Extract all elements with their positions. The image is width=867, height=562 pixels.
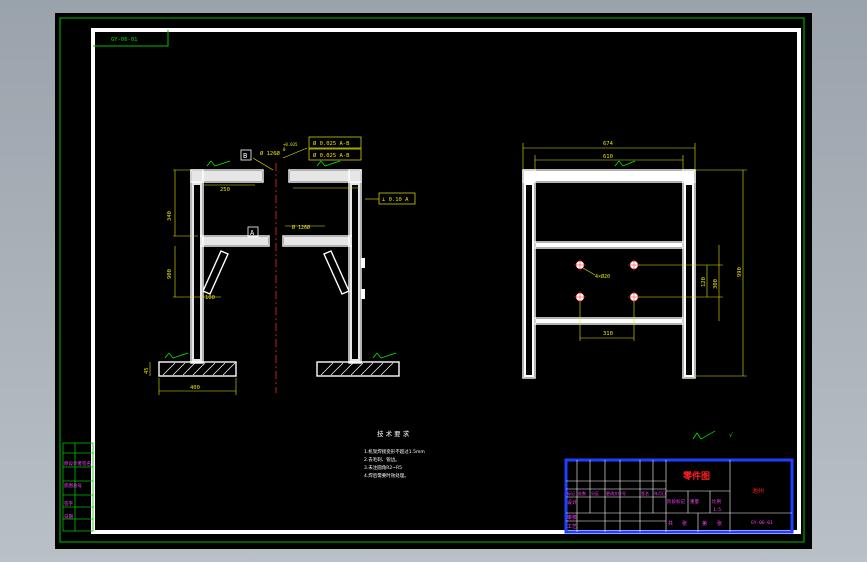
technical-notes: 技 术 要 求 1.机架焊接变形不超过1.5mm 2.去毛刺、锐边。 3.未注圆… (364, 429, 425, 479)
row-label-3: 分区 (591, 490, 599, 496)
notes-line-1: 1.机架焊接变形不超过1.5mm (364, 448, 425, 455)
fcf-top-2-text: Ø 0.025 A-B (313, 152, 350, 159)
dim-upper: 340 (167, 211, 173, 221)
coaxial-dim: Ø 126Ø (260, 150, 281, 157)
roughness-symbol: √ (692, 430, 733, 440)
notes-line-2: 2.去毛刺、锐边。 (364, 456, 400, 463)
dim-foot: 400 (190, 385, 200, 391)
stage-label: 阶段标记 (667, 498, 685, 505)
dim-overall-w: 674 (603, 141, 614, 147)
coaxial-tol-low: 0 (283, 147, 286, 152)
row-label-5: 签名 (641, 490, 649, 496)
process-label: 工艺 (567, 524, 577, 530)
scale-label: 比例 (712, 498, 721, 505)
scale-value: 1:5 (713, 507, 721, 513)
dim-base-h: 45 (144, 367, 150, 374)
side-table-cell-1: 原设计者签名 (64, 460, 91, 467)
sheet-total-label: 共 (668, 520, 673, 527)
designer-label: 设计 (567, 499, 577, 506)
drawing-code: GY-06-01 (751, 520, 773, 526)
weight-label: 重量 (690, 498, 699, 505)
dim-hole-spacing: 310 (603, 331, 613, 337)
dim-flange: 250 (220, 187, 230, 193)
side-table-cell-3: 签字 (64, 500, 73, 507)
sheet-no-label: 第 (702, 520, 707, 527)
dim-lower: 900 (167, 269, 173, 279)
notes-line-4: 4.焊后需要时效处理。 (364, 472, 409, 479)
part-name: 零件图 (682, 470, 710, 482)
dim-brace: 100 (205, 295, 215, 301)
bore-dim: Ø 126Ø (292, 224, 310, 231)
side-table-cell-4: 日期 (64, 514, 73, 520)
school-name: 池州 (752, 487, 764, 495)
datum-b-label: B (243, 152, 247, 160)
fcf-perp-text: ⊥ 0.10 A (382, 197, 409, 203)
title-block: 零件图 池州 GY-06-01 标记 处数 分区 更改文件号 签名 年月日 设计… (564, 458, 794, 534)
row-label-6: 年月日 (654, 490, 666, 496)
svg-text:√: √ (729, 432, 733, 439)
dim-hole-v1: 120 (701, 277, 707, 287)
dim-hole-v2: 300 (713, 279, 719, 289)
side-table-cell-2: 底图总号 (64, 482, 82, 489)
notes-title: 技 术 要 求 (377, 429, 410, 438)
sheet-no-unit: 张 (717, 520, 722, 527)
notes-line-3: 3.未注圆角R2~R5 (364, 464, 402, 471)
dim-overall-h: 990 (737, 267, 743, 277)
left-view: B A Ø 126Ø +0.035 0 Ø 0.025 A-B Ø 0.025 … (144, 136, 416, 395)
sheet-total-unit: 张 (682, 520, 687, 527)
row-label-4: 更改文件号 (606, 490, 626, 496)
fcf-top-1-text: Ø 0.025 A-B (313, 140, 350, 147)
right-view: 674 610 990 120 300 310 4×Ø20 (522, 141, 747, 379)
hole-note: 4×Ø20 (595, 273, 610, 280)
row-label-2: 处数 (578, 490, 586, 496)
drawing-sheet: GY-06-01 原设计者签名 底图总号 签字 日期 B A Ø 126Ø +0… (55, 13, 812, 549)
row-label-1: 标记 (567, 490, 575, 496)
corner-code: GY-06-01 (111, 37, 138, 43)
review-label: 审核 (567, 514, 577, 521)
dim-inner-w: 610 (603, 154, 613, 160)
cad-drawing: GY-06-01 原设计者签名 底图总号 签字 日期 B A Ø 126Ø +0… (59, 17, 805, 543)
